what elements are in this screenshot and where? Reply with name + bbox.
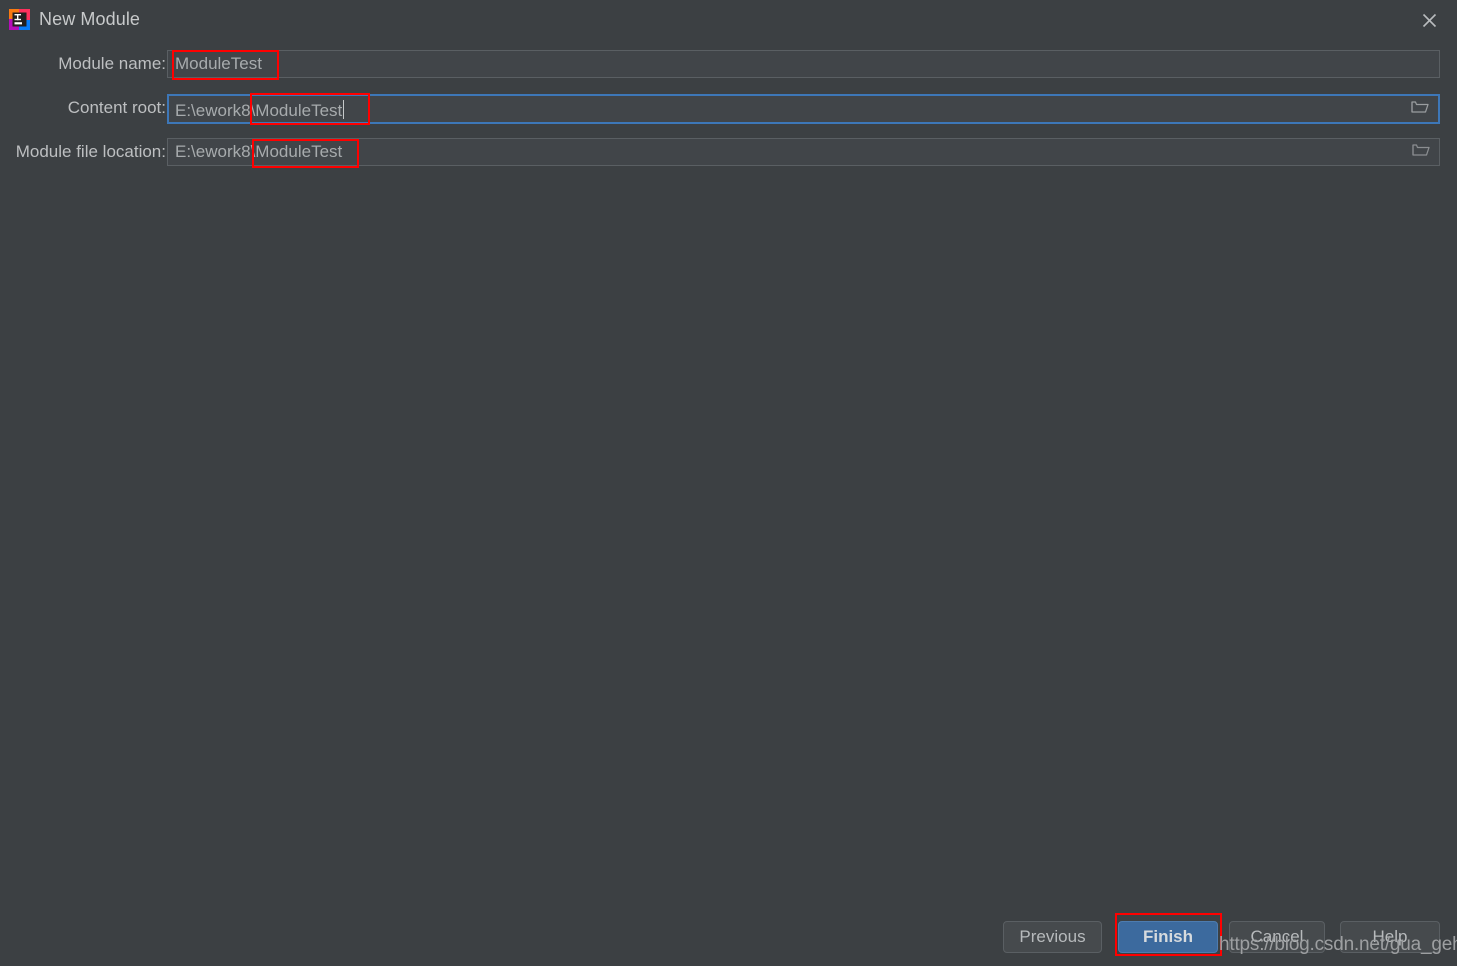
form-row-module-name: Module name: ModuleTest	[0, 50, 1457, 80]
content-root-label: Content root:	[67, 98, 166, 117]
folder-icon	[1411, 99, 1429, 119]
text-caret	[343, 99, 345, 119]
content-root-browse-button[interactable]	[1402, 96, 1438, 122]
module-file-location-label: Module file location:	[15, 142, 166, 161]
title-bar: New Module	[0, 0, 1457, 39]
intellij-idea-icon	[9, 9, 30, 30]
folder-icon	[1412, 142, 1430, 162]
content-root-input[interactable]: E:\ework8\ModuleTest	[167, 94, 1440, 124]
watermark-text: https://blog.csdn.net/gua_gehao	[1219, 934, 1457, 955]
module-name-value: ModuleTest	[175, 54, 262, 73]
module-file-location-input[interactable]: E:\ework8\ModuleTest	[167, 138, 1440, 166]
content-root-value: E:\ework8\ModuleTest	[175, 99, 345, 120]
finish-button[interactable]: Finish	[1118, 921, 1218, 953]
form-row-module-file-location: Module file location: E:\ework8\ModuleTe…	[0, 138, 1457, 168]
module-file-location-browse-button[interactable]	[1403, 139, 1439, 165]
window-title: New Module	[39, 9, 141, 29]
module-name-label: Module name:	[58, 54, 166, 73]
module-name-input[interactable]: ModuleTest	[167, 50, 1440, 78]
previous-button[interactable]: Previous	[1003, 921, 1102, 953]
form-row-content-root: Content root: E:\ework8\ModuleTest	[0, 94, 1457, 124]
module-file-location-value: E:\ework8\ModuleTest	[175, 142, 343, 161]
close-icon[interactable]	[1409, 3, 1449, 37]
